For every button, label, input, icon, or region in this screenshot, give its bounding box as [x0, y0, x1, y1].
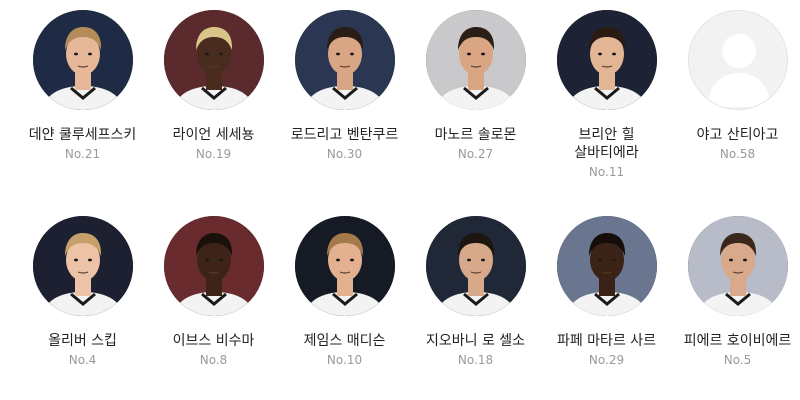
player-card[interactable]: 파페 마타르 사르 No.29 — [541, 216, 672, 368]
player-photo-graphic — [556, 10, 657, 110]
player-photo-graphic — [294, 216, 395, 316]
player-number: No.8 — [199, 353, 228, 367]
player-photo[interactable] — [294, 216, 395, 316]
player-number: No.58 — [719, 147, 756, 161]
player-photo[interactable] — [32, 10, 133, 110]
player-card[interactable]: 피에르 호이비에르 No.5 — [672, 216, 800, 368]
player-photo[interactable] — [163, 216, 264, 316]
player-photo-graphic — [425, 10, 526, 110]
player-card[interactable]: 야고 산티아고 No.58 — [672, 10, 800, 162]
player-card[interactable]: 로드리고 벤탄쿠르 No.30 — [279, 10, 410, 162]
player-number: No.4 — [68, 353, 97, 367]
player-photo-graphic — [163, 10, 264, 110]
player-number: No.18 — [457, 353, 494, 367]
player-card[interactable]: 마노르 솔로몬 No.27 — [410, 10, 541, 162]
placeholder-avatar-icon — [688, 11, 787, 109]
player-photo-graphic — [163, 216, 264, 316]
player-number: No.21 — [64, 147, 101, 161]
player-name[interactable]: 마노르 솔로몬 — [410, 126, 541, 144]
player-photo[interactable] — [294, 10, 395, 110]
player-number: No.19 — [195, 147, 232, 161]
player-number: No.30 — [326, 147, 363, 161]
player-name[interactable]: 제임스 매디슨 — [279, 332, 410, 350]
player-photo-graphic — [32, 10, 133, 110]
player-photo[interactable] — [687, 10, 788, 110]
player-card[interactable]: 제임스 매디슨 No.10 — [279, 216, 410, 368]
player-name[interactable]: 라이언 세세뇽 — [148, 126, 279, 144]
player-photo-graphic — [687, 216, 788, 316]
player-name[interactable]: 지오바니 로 셀소 — [410, 332, 541, 350]
player-photo[interactable] — [556, 10, 657, 110]
player-number: No.5 — [723, 353, 752, 367]
player-name[interactable]: 브리안 힐 살바티에라 — [541, 126, 672, 162]
player-number: No.11 — [588, 165, 625, 179]
player-photo-graphic — [425, 216, 526, 316]
player-photo[interactable] — [556, 216, 657, 316]
player-photo[interactable] — [163, 10, 264, 110]
player-number: No.27 — [457, 147, 494, 161]
player-photo[interactable] — [687, 216, 788, 316]
player-card[interactable]: 데얀 쿨루세프스키 No.21 — [17, 10, 148, 162]
player-grid: 데얀 쿨루세프스키 No.21 라이언 세세뇽 No.19 로드리고 벤탄쿠르 No.… — [0, 0, 800, 400]
player-name[interactable]: 로드리고 벤탄쿠르 — [279, 126, 410, 144]
player-card[interactable]: 브리안 힐 살바티에라 No.11 — [541, 10, 672, 180]
player-name[interactable]: 데얀 쿨루세프스키 — [17, 126, 148, 144]
player-card[interactable]: 이브스 비수마 No.8 — [148, 216, 279, 368]
player-name[interactable]: 피에르 호이비에르 — [672, 332, 800, 350]
player-photo[interactable] — [425, 10, 526, 110]
player-number: No.10 — [326, 353, 363, 367]
player-card[interactable]: 라이언 세세뇽 No.19 — [148, 10, 279, 162]
player-card[interactable]: 올리버 스킵 No.4 — [17, 216, 148, 368]
player-photo[interactable] — [425, 216, 526, 316]
player-photo[interactable] — [32, 216, 133, 316]
player-name[interactable]: 이브스 비수마 — [148, 332, 279, 350]
player-name[interactable]: 올리버 스킵 — [17, 332, 148, 350]
player-name[interactable]: 야고 산티아고 — [672, 126, 800, 144]
player-number: No.29 — [588, 353, 625, 367]
player-card[interactable]: 지오바니 로 셀소 No.18 — [410, 216, 541, 368]
player-name[interactable]: 파페 마타르 사르 — [541, 332, 672, 350]
player-photo-graphic — [32, 216, 133, 316]
player-photo-graphic — [294, 10, 395, 110]
player-photo-graphic — [556, 216, 657, 316]
